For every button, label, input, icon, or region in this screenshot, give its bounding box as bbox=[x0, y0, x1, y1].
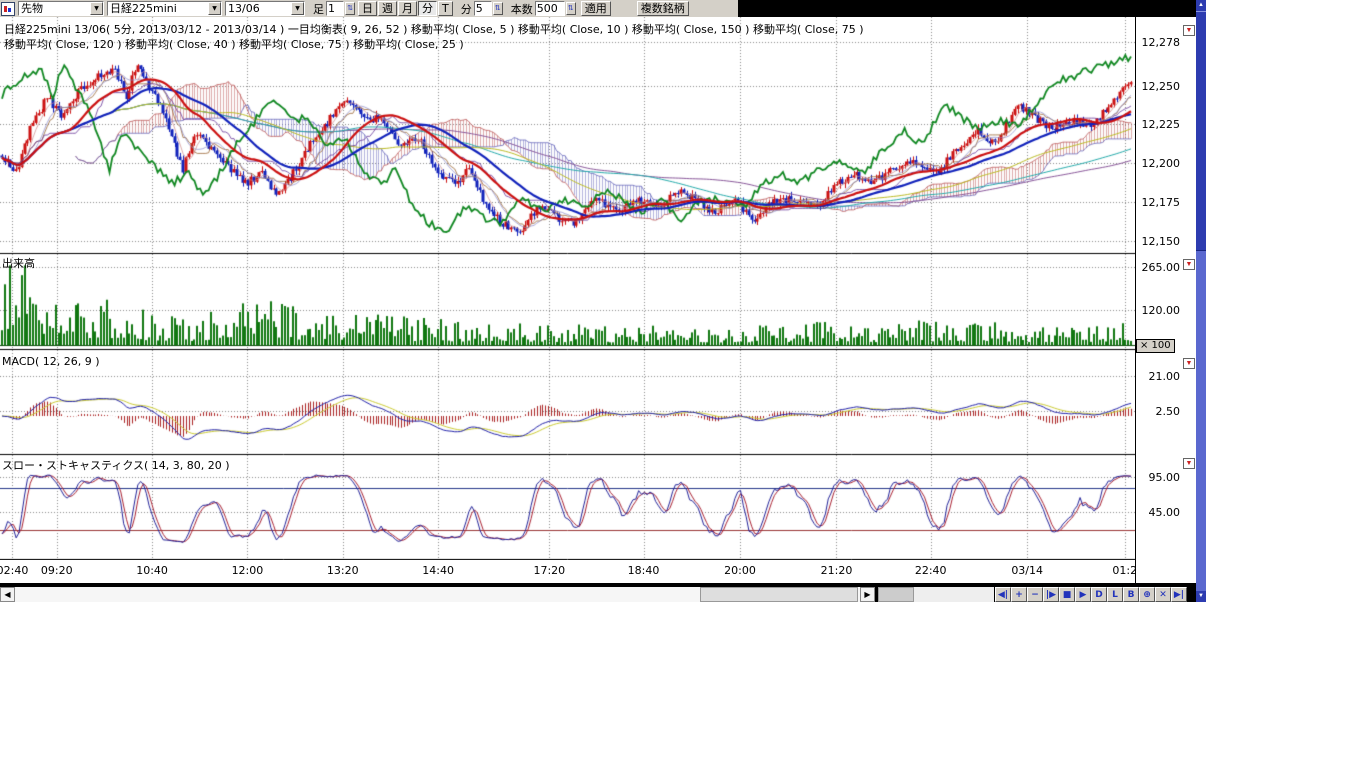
chart-canvas[interactable] bbox=[0, 17, 1135, 560]
volume-axis-label: 120.00 bbox=[1142, 304, 1181, 317]
chart-nav-button-2[interactable]: + bbox=[1011, 587, 1027, 602]
scroll-up-icon[interactable]: ▲ bbox=[1196, 0, 1206, 11]
chart-nav-button-9[interactable]: B bbox=[1123, 587, 1139, 602]
toolbar: 先物 ▼ 日経225mini ▼ 13/06 ▼ 足 ⇅ 日週月分T 分 ⇅ 本… bbox=[0, 0, 1196, 17]
chart-nav-button-3[interactable]: − bbox=[1027, 587, 1043, 602]
secondary-scrollbar-track[interactable] bbox=[878, 587, 994, 602]
count-input[interactable] bbox=[535, 1, 565, 16]
vertical-scrollbar[interactable]: ▲ ▼ bbox=[1196, 0, 1206, 602]
pane-scale-button-3[interactable]: ▼ bbox=[1183, 358, 1195, 369]
chart-nav-button-4[interactable]: |▶ bbox=[1043, 587, 1059, 602]
value-axis: × 100 12,278 12,250 12,225 12,200 12,175 12,1… bbox=[1135, 17, 1183, 583]
time-axis-label: 10:40 bbox=[135, 564, 169, 577]
period-button-3[interactable]: 月 bbox=[398, 1, 417, 16]
period-button-4[interactable]: 分 bbox=[418, 1, 437, 16]
multi-symbol-button[interactable]: 複数銘柄 bbox=[637, 1, 689, 16]
chart-nav-button-6[interactable]: ▶ bbox=[1075, 587, 1091, 602]
time-axis-label: 13:20 bbox=[326, 564, 360, 577]
chart-region: 日経225mini 13/06( 5分, 2013/03/12 - 2013/0… bbox=[0, 17, 1135, 583]
chart-nav-button-11[interactable]: ✕ bbox=[1155, 587, 1171, 602]
minute-input-helper-button[interactable]: ⇅ bbox=[493, 2, 503, 15]
price-axis-label: 12,150 bbox=[1142, 235, 1181, 248]
count-input-helper-button[interactable]: ⇅ bbox=[566, 2, 576, 15]
macd-axis-label: 21.00 bbox=[1149, 370, 1181, 383]
period-button-2[interactable]: 週 bbox=[378, 1, 397, 16]
chevron-down-icon[interactable]: ▼ bbox=[291, 2, 304, 15]
time-axis-label: 18:40 bbox=[627, 564, 661, 577]
count-label: 本数 bbox=[511, 1, 533, 17]
price-axis-label: 12,250 bbox=[1142, 80, 1181, 93]
bar-input-helper-button[interactable]: ⇅ bbox=[345, 2, 355, 15]
chart-nav-button-group: ◀|+−|▶■▶DLB⊕✕▶| bbox=[995, 587, 1187, 602]
scroll-right-icon[interactable]: ▶ bbox=[860, 587, 875, 602]
minute-input[interactable] bbox=[474, 1, 492, 16]
bottom-bar: ◀ ▶ ◀|+−|▶■▶DLB⊕✕▶| bbox=[0, 587, 1196, 602]
volume-axis-label: 265.00 bbox=[1142, 261, 1181, 274]
pane-scale-button-1[interactable]: ▼ bbox=[1183, 25, 1195, 36]
vertical-scrollbar-thumb[interactable] bbox=[1196, 11, 1206, 251]
chart-nav-button-7[interactable]: D bbox=[1091, 587, 1107, 602]
time-axis-label: 20:00 bbox=[723, 564, 757, 577]
time-axis-label: 17:20 bbox=[532, 564, 566, 577]
minute-label: 分 bbox=[461, 1, 472, 17]
chart-nav-button-8[interactable]: L bbox=[1107, 587, 1123, 602]
price-axis-label: 12,175 bbox=[1142, 196, 1181, 209]
time-axis-label: 03/14 bbox=[1010, 564, 1044, 577]
contract-month-value: 13/06 bbox=[226, 2, 291, 15]
price-axis-label: 12,225 bbox=[1142, 118, 1181, 131]
chart-nav-button-1[interactable]: ◀| bbox=[995, 587, 1011, 602]
stoch-axis-label: 45.00 bbox=[1149, 506, 1181, 519]
horizontal-scrollbar-thumb[interactable] bbox=[700, 587, 858, 602]
time-axis-label: 14:40 bbox=[421, 564, 455, 577]
stoch-axis-label: 95.00 bbox=[1149, 471, 1181, 484]
time-axis-label: 12:00 bbox=[230, 564, 264, 577]
volume-multiplier-badge: × 100 bbox=[1136, 339, 1175, 353]
chart-nav-button-12[interactable]: ▶| bbox=[1171, 587, 1187, 602]
time-axis-label: 01:2 bbox=[1108, 564, 1135, 577]
chart-application-window: 先物 ▼ 日経225mini ▼ 13/06 ▼ 足 ⇅ 日週月分T 分 ⇅ 本… bbox=[0, 0, 1206, 602]
apply-button[interactable]: 適用 bbox=[581, 1, 611, 16]
chart-nav-button-10[interactable]: ⊕ bbox=[1139, 587, 1155, 602]
period-button-group: 日週月分T bbox=[357, 1, 453, 16]
horizontal-scrollbar-track[interactable] bbox=[15, 587, 860, 602]
toolbar-controls: 先物 ▼ 日経225mini ▼ 13/06 ▼ 足 ⇅ 日週月分T 分 ⇅ 本… bbox=[0, 0, 738, 17]
time-axis-label: 02:40 bbox=[0, 564, 30, 577]
pane-scale-button-2[interactable]: ▼ bbox=[1183, 259, 1195, 270]
time-axis-label: 22:40 bbox=[914, 564, 948, 577]
instrument-dropdown[interactable]: 日経225mini ▼ bbox=[107, 1, 222, 16]
chevron-down-icon[interactable]: ▼ bbox=[208, 2, 221, 15]
contract-month-dropdown[interactable]: 13/06 ▼ bbox=[225, 1, 305, 16]
price-axis-label: 12,278 bbox=[1142, 36, 1181, 49]
instrument-type-dropdown[interactable]: 先物 ▼ bbox=[18, 1, 104, 16]
period-button-1[interactable]: 日 bbox=[358, 1, 377, 16]
chevron-down-icon[interactable]: ▼ bbox=[90, 2, 103, 15]
price-axis-label: 12,200 bbox=[1142, 157, 1181, 170]
instrument-type-value: 先物 bbox=[19, 2, 90, 15]
time-axis: 02:40 09:20 10:40 12:00 13:20 14:40 17:20 18:40… bbox=[0, 560, 1135, 583]
time-axis-label: 09:20 bbox=[40, 564, 74, 577]
pane-scale-button-4[interactable]: ▼ bbox=[1183, 458, 1195, 469]
bar-label: 足 bbox=[313, 1, 324, 17]
axis-menu-buttons: ▼ ▼ ▼ ▼ bbox=[1183, 17, 1196, 583]
scroll-left-icon[interactable]: ◀ bbox=[0, 587, 15, 602]
scroll-down-icon[interactable]: ▼ bbox=[1196, 591, 1206, 602]
chart-nav-button-5[interactable]: ■ bbox=[1059, 587, 1075, 602]
app-icon bbox=[1, 2, 15, 16]
secondary-scrollbar-thumb[interactable] bbox=[878, 587, 914, 602]
time-axis-label: 21:20 bbox=[819, 564, 853, 577]
instrument-value: 日経225mini bbox=[108, 2, 208, 15]
period-button-5[interactable]: T bbox=[438, 1, 453, 16]
bar-input[interactable] bbox=[326, 1, 344, 16]
macd-axis-label: 2.50 bbox=[1156, 405, 1181, 418]
